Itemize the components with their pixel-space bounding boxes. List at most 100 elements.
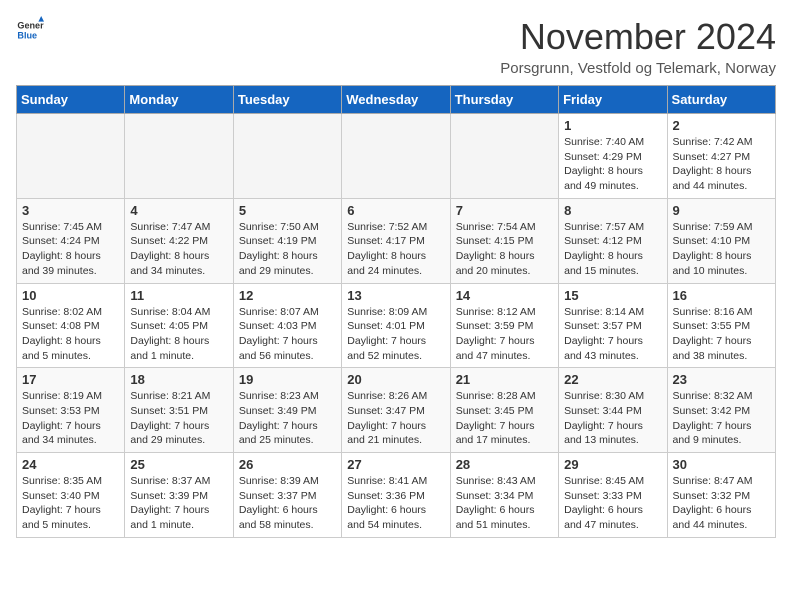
dow-header: Friday xyxy=(559,86,667,114)
day-number: 5 xyxy=(239,203,336,218)
logo-icon: General Blue xyxy=(16,16,44,44)
day-number: 26 xyxy=(239,457,336,472)
title-block: November 2024 Porsgrunn, Vestfold og Tel… xyxy=(500,16,776,77)
day-info: Sunrise: 7:52 AMSunset: 4:17 PMDaylight:… xyxy=(347,220,444,279)
calendar-day: 23 Sunrise: 8:32 AMSunset: 3:42 PMDayligh… xyxy=(667,368,775,453)
calendar-day: 4 Sunrise: 7:47 AMSunset: 4:22 PMDaylight… xyxy=(125,198,233,283)
calendar-day: 1 Sunrise: 7:40 AMSunset: 4:29 PMDaylight… xyxy=(559,114,667,199)
calendar-day: 5 Sunrise: 7:50 AMSunset: 4:19 PMDaylight… xyxy=(233,198,341,283)
calendar-week: 24 Sunrise: 8:35 AMSunset: 3:40 PMDayligh… xyxy=(17,453,776,538)
day-number: 27 xyxy=(347,457,444,472)
day-number: 18 xyxy=(130,372,227,387)
day-info: Sunrise: 8:12 AMSunset: 3:59 PMDaylight:… xyxy=(456,305,553,364)
svg-text:Blue: Blue xyxy=(17,30,37,40)
svg-text:General: General xyxy=(17,21,44,31)
day-number: 4 xyxy=(130,203,227,218)
day-info: Sunrise: 8:32 AMSunset: 3:42 PMDaylight:… xyxy=(673,389,770,448)
day-number: 15 xyxy=(564,288,661,303)
day-number: 17 xyxy=(22,372,119,387)
calendar-day: 15 Sunrise: 8:14 AMSunset: 3:57 PMDayligh… xyxy=(559,283,667,368)
day-number: 29 xyxy=(564,457,661,472)
calendar-day: 12 Sunrise: 8:07 AMSunset: 4:03 PMDayligh… xyxy=(233,283,341,368)
calendar-day xyxy=(233,114,341,199)
day-info: Sunrise: 8:28 AMSunset: 3:45 PMDaylight:… xyxy=(456,389,553,448)
logo: General Blue xyxy=(16,16,44,44)
dow-header: Saturday xyxy=(667,86,775,114)
calendar-week: 3Sunrise: 7:45 AMSunset: 4:24 PMDaylight… xyxy=(17,198,776,283)
calendar-day: 17 Sunrise: 8:19 AMSunset: 3:53 PMDayligh… xyxy=(17,368,125,453)
calendar-day: 8 Sunrise: 7:57 AMSunset: 4:12 PMDaylight… xyxy=(559,198,667,283)
day-number: 30 xyxy=(673,457,770,472)
day-info: Sunrise: 8:35 AMSunset: 3:40 PMDaylight:… xyxy=(22,474,119,533)
day-number: 24 xyxy=(22,457,119,472)
calendar-day: 24 Sunrise: 8:35 AMSunset: 3:40 PMDayligh… xyxy=(17,453,125,538)
day-info: Sunrise: 8:45 AMSunset: 3:33 PMDaylight:… xyxy=(564,474,661,533)
calendar-day: 25Sunrise: 8:37 AMSunset: 3:39 PMDayligh… xyxy=(125,453,233,538)
day-number: 14 xyxy=(456,288,553,303)
day-info: Sunrise: 8:14 AMSunset: 3:57 PMDaylight:… xyxy=(564,305,661,364)
day-info: Sunrise: 8:39 AMSunset: 3:37 PMDaylight:… xyxy=(239,474,336,533)
header: General Blue November 2024 Porsgrunn, Ve… xyxy=(16,16,776,77)
day-number: 2 xyxy=(673,118,770,133)
calendar-day xyxy=(342,114,450,199)
day-number: 10 xyxy=(22,288,119,303)
day-number: 19 xyxy=(239,372,336,387)
day-info: Sunrise: 8:21 AMSunset: 3:51 PMDaylight:… xyxy=(130,389,227,448)
dow-header: Thursday xyxy=(450,86,558,114)
calendar-week: 10 Sunrise: 8:02 AMSunset: 4:08 PMDayligh… xyxy=(17,283,776,368)
day-info: Sunrise: 8:41 AMSunset: 3:36 PMDaylight:… xyxy=(347,474,444,533)
day-info: Sunrise: 8:37 AMSunset: 3:39 PMDaylight:… xyxy=(130,474,227,533)
calendar-day: 2 Sunrise: 7:42 AMSunset: 4:27 PMDaylight… xyxy=(667,114,775,199)
days-of-week-row: SundayMondayTuesdayWednesdayThursdayFrid… xyxy=(17,86,776,114)
dow-header: Sunday xyxy=(17,86,125,114)
subtitle: Porsgrunn, Vestfold og Telemark, Norway xyxy=(500,60,776,77)
day-info: Sunrise: 8:02 AMSunset: 4:08 PMDaylight:… xyxy=(22,305,119,364)
calendar-day: 28Sunrise: 8:43 AMSunset: 3:34 PMDayligh… xyxy=(450,453,558,538)
day-info: Sunrise: 8:23 AMSunset: 3:49 PMDaylight:… xyxy=(239,389,336,448)
day-info: Sunrise: 8:16 AMSunset: 3:55 PMDaylight:… xyxy=(673,305,770,364)
calendar-day: 29 Sunrise: 8:45 AMSunset: 3:33 PMDayligh… xyxy=(559,453,667,538)
calendar-day: 18 Sunrise: 8:21 AMSunset: 3:51 PMDayligh… xyxy=(125,368,233,453)
calendar-day xyxy=(17,114,125,199)
calendar-week: 1 Sunrise: 7:40 AMSunset: 4:29 PMDaylight… xyxy=(17,114,776,199)
calendar-day: 21Sunrise: 8:28 AMSunset: 3:45 PMDayligh… xyxy=(450,368,558,453)
day-number: 3 xyxy=(22,203,119,218)
day-info: Sunrise: 7:40 AMSunset: 4:29 PMDaylight:… xyxy=(564,135,661,194)
day-number: 23 xyxy=(673,372,770,387)
day-info: Sunrise: 7:54 AMSunset: 4:15 PMDaylight:… xyxy=(456,220,553,279)
day-number: 12 xyxy=(239,288,336,303)
day-info: Sunrise: 8:26 AMSunset: 3:47 PMDaylight:… xyxy=(347,389,444,448)
calendar-day: 9Sunrise: 7:59 AMSunset: 4:10 PMDaylight… xyxy=(667,198,775,283)
day-info: Sunrise: 8:09 AMSunset: 4:01 PMDaylight:… xyxy=(347,305,444,364)
day-info: Sunrise: 7:50 AMSunset: 4:19 PMDaylight:… xyxy=(239,220,336,279)
day-number: 6 xyxy=(347,203,444,218)
day-number: 28 xyxy=(456,457,553,472)
day-number: 13 xyxy=(347,288,444,303)
day-info: Sunrise: 7:59 AMSunset: 4:10 PMDaylight:… xyxy=(673,220,770,279)
calendar-day: 7 Sunrise: 7:54 AMSunset: 4:15 PMDaylight… xyxy=(450,198,558,283)
calendar-day: 14 Sunrise: 8:12 AMSunset: 3:59 PMDayligh… xyxy=(450,283,558,368)
day-number: 11 xyxy=(130,288,227,303)
calendar-week: 17 Sunrise: 8:19 AMSunset: 3:53 PMDayligh… xyxy=(17,368,776,453)
calendar-day: 13 Sunrise: 8:09 AMSunset: 4:01 PMDayligh… xyxy=(342,283,450,368)
day-number: 8 xyxy=(564,203,661,218)
day-info: Sunrise: 8:19 AMSunset: 3:53 PMDaylight:… xyxy=(22,389,119,448)
day-info: Sunrise: 7:42 AMSunset: 4:27 PMDaylight:… xyxy=(673,135,770,194)
calendar-day: 20 Sunrise: 8:26 AMSunset: 3:47 PMDayligh… xyxy=(342,368,450,453)
day-number: 16 xyxy=(673,288,770,303)
calendar-day: 22Sunrise: 8:30 AMSunset: 3:44 PMDayligh… xyxy=(559,368,667,453)
calendar-day: 3Sunrise: 7:45 AMSunset: 4:24 PMDaylight… xyxy=(17,198,125,283)
dow-header: Tuesday xyxy=(233,86,341,114)
day-number: 1 xyxy=(564,118,661,133)
day-info: Sunrise: 8:07 AMSunset: 4:03 PMDaylight:… xyxy=(239,305,336,364)
calendar-day: 16 Sunrise: 8:16 AMSunset: 3:55 PMDayligh… xyxy=(667,283,775,368)
calendar-day: 26 Sunrise: 8:39 AMSunset: 3:37 PMDayligh… xyxy=(233,453,341,538)
day-number: 7 xyxy=(456,203,553,218)
day-info: Sunrise: 7:57 AMSunset: 4:12 PMDaylight:… xyxy=(564,220,661,279)
day-info: Sunrise: 7:47 AMSunset: 4:22 PMDaylight:… xyxy=(130,220,227,279)
day-number: 20 xyxy=(347,372,444,387)
calendar-day xyxy=(125,114,233,199)
calendar: SundayMondayTuesdayWednesdayThursdayFrid… xyxy=(16,85,776,538)
calendar-day: 19 Sunrise: 8:23 AMSunset: 3:49 PMDayligh… xyxy=(233,368,341,453)
calendar-day: 30Sunrise: 8:47 AMSunset: 3:32 PMDayligh… xyxy=(667,453,775,538)
